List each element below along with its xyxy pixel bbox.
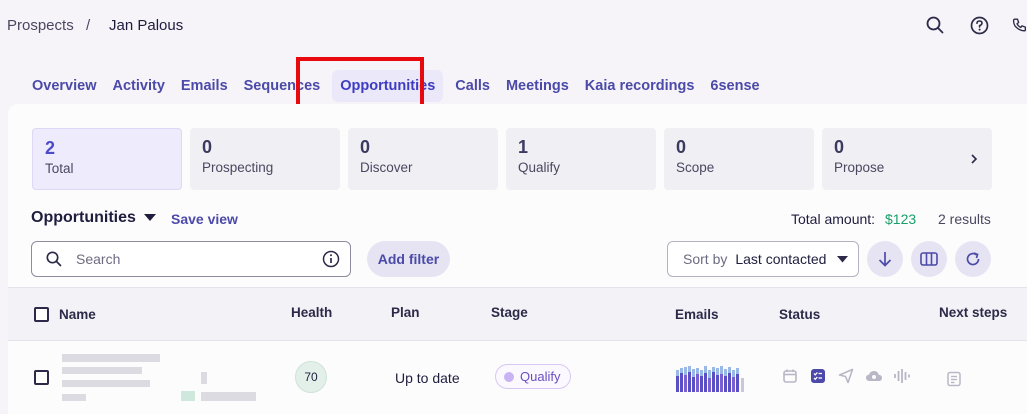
column-plan[interactable]: Plan bbox=[391, 305, 420, 320]
stage-dot bbox=[504, 371, 514, 382]
tab-emails[interactable]: Emails bbox=[173, 70, 236, 102]
tab-kaia-recordings[interactable]: Kaia recordings bbox=[577, 70, 703, 102]
tab-calls[interactable]: Calls bbox=[447, 70, 498, 102]
stat-propose-label: Propose bbox=[834, 160, 885, 175]
refresh-icon bbox=[966, 252, 980, 266]
select-all-checkbox[interactable] bbox=[34, 307, 49, 322]
redacted-text bbox=[62, 380, 150, 387]
tab-overview[interactable]: Overview bbox=[24, 70, 105, 102]
email-activity-chart bbox=[676, 366, 744, 392]
info-icon[interactable] bbox=[322, 250, 340, 273]
stat-discover-label: Discover bbox=[360, 160, 413, 175]
stat-discover-count: 0 bbox=[360, 137, 371, 157]
stat-propose[interactable]: 0 Propose bbox=[822, 128, 956, 190]
stat-qualify-label: Qualify bbox=[518, 160, 561, 175]
stat-qualify-count: 1 bbox=[518, 137, 529, 157]
column-stage[interactable]: Stage bbox=[491, 305, 528, 320]
search-box bbox=[31, 241, 351, 277]
top-bar: Prospects / Jan Palous bbox=[0, 0, 1027, 52]
total-amount-value: $123 bbox=[885, 211, 917, 227]
arrow-down-icon bbox=[878, 252, 892, 267]
row-checkbox[interactable] bbox=[34, 370, 49, 385]
stage-stats: 2 Total 0 Prospecting 0 Discover 1 Quali… bbox=[32, 128, 992, 190]
stat-scope[interactable]: 0 Scope bbox=[664, 128, 814, 190]
sort-prefix: Sort by bbox=[683, 251, 728, 267]
columns-icon bbox=[920, 252, 938, 266]
breadcrumb-current: Jan Palous bbox=[109, 17, 184, 34]
help-icon[interactable] bbox=[968, 14, 990, 36]
highlight-annotation bbox=[296, 57, 424, 111]
column-status[interactable]: Status bbox=[779, 307, 820, 322]
chevron-right-icon bbox=[971, 154, 978, 164]
search-icon bbox=[46, 251, 62, 267]
column-next-steps[interactable]: Next steps bbox=[939, 305, 1007, 320]
stat-prospecting-count: 0 bbox=[202, 137, 213, 157]
breadcrumb-separator: / bbox=[86, 17, 91, 34]
search-icon[interactable] bbox=[924, 14, 946, 36]
stage-label: Qualify bbox=[520, 369, 561, 384]
search-input[interactable] bbox=[76, 251, 306, 267]
send-icon[interactable] bbox=[837, 367, 855, 385]
plan-status: Up to date bbox=[395, 370, 460, 386]
sort-value: Last contacted bbox=[735, 251, 827, 267]
caret-down-icon bbox=[837, 256, 848, 263]
view-selector[interactable]: Opportunities bbox=[31, 209, 156, 227]
health-score: 70 bbox=[295, 361, 327, 393]
stat-discover[interactable]: 0 Discover bbox=[348, 128, 498, 190]
stat-total[interactable]: 2 Total bbox=[32, 128, 182, 190]
tab-meetings[interactable]: Meetings bbox=[498, 70, 577, 102]
stat-scope-count: 0 bbox=[676, 137, 687, 157]
breadcrumb-parent[interactable]: Prospects bbox=[7, 17, 74, 34]
phone-icon[interactable] bbox=[1012, 14, 1027, 36]
opportunities-panel: 2 Total 0 Prospecting 0 Discover 1 Quali… bbox=[8, 104, 1027, 414]
tab-6sense[interactable]: 6sense bbox=[702, 70, 767, 102]
redacted-text bbox=[201, 392, 256, 401]
redacted-text bbox=[62, 394, 86, 401]
redacted-text bbox=[62, 367, 142, 374]
table-row[interactable]: 70 Up to date Qualify bbox=[8, 342, 1027, 414]
columns-button[interactable] bbox=[911, 241, 947, 277]
redacted-text bbox=[201, 372, 207, 384]
refresh-button[interactable] bbox=[955, 241, 991, 277]
stats-next-button[interactable] bbox=[956, 128, 992, 190]
task-list-icon[interactable] bbox=[809, 367, 827, 385]
view-title: Opportunities bbox=[31, 209, 136, 226]
add-filter-button[interactable]: Add filter bbox=[367, 241, 450, 277]
stat-prospecting-label: Prospecting bbox=[202, 160, 274, 175]
cloud-icon[interactable] bbox=[865, 367, 883, 385]
total-amount-label: Total amount: bbox=[791, 211, 876, 227]
stat-total-count: 2 bbox=[45, 138, 56, 158]
status-icons bbox=[781, 367, 921, 385]
audio-wave-icon[interactable] bbox=[893, 367, 911, 385]
stage-badge[interactable]: Qualify bbox=[495, 364, 572, 389]
stat-prospecting[interactable]: 0 Prospecting bbox=[190, 128, 340, 190]
results-count: 2 results bbox=[938, 211, 991, 227]
redacted-badge bbox=[181, 391, 195, 401]
column-name[interactable]: Name bbox=[59, 307, 96, 322]
column-emails[interactable]: Emails bbox=[675, 307, 719, 322]
stat-total-label: Total bbox=[45, 161, 74, 176]
calendar-icon[interactable] bbox=[781, 367, 799, 385]
stat-qualify[interactable]: 1 Qualify bbox=[506, 128, 656, 190]
stat-propose-count: 0 bbox=[834, 137, 845, 157]
column-health[interactable]: Health bbox=[291, 305, 332, 320]
tab-activity[interactable]: Activity bbox=[105, 70, 173, 102]
sort-direction-button[interactable] bbox=[867, 241, 903, 277]
save-view-link[interactable]: Save view bbox=[171, 211, 238, 227]
stat-scope-label: Scope bbox=[676, 160, 715, 175]
caret-down-icon bbox=[143, 214, 156, 221]
table-header: Name Health Plan Stage Emails Status Nex… bbox=[8, 287, 1027, 341]
redacted-name bbox=[62, 354, 160, 362]
notes-icon[interactable] bbox=[945, 370, 963, 388]
sort-dropdown[interactable]: Sort by Last contacted bbox=[667, 241, 859, 277]
